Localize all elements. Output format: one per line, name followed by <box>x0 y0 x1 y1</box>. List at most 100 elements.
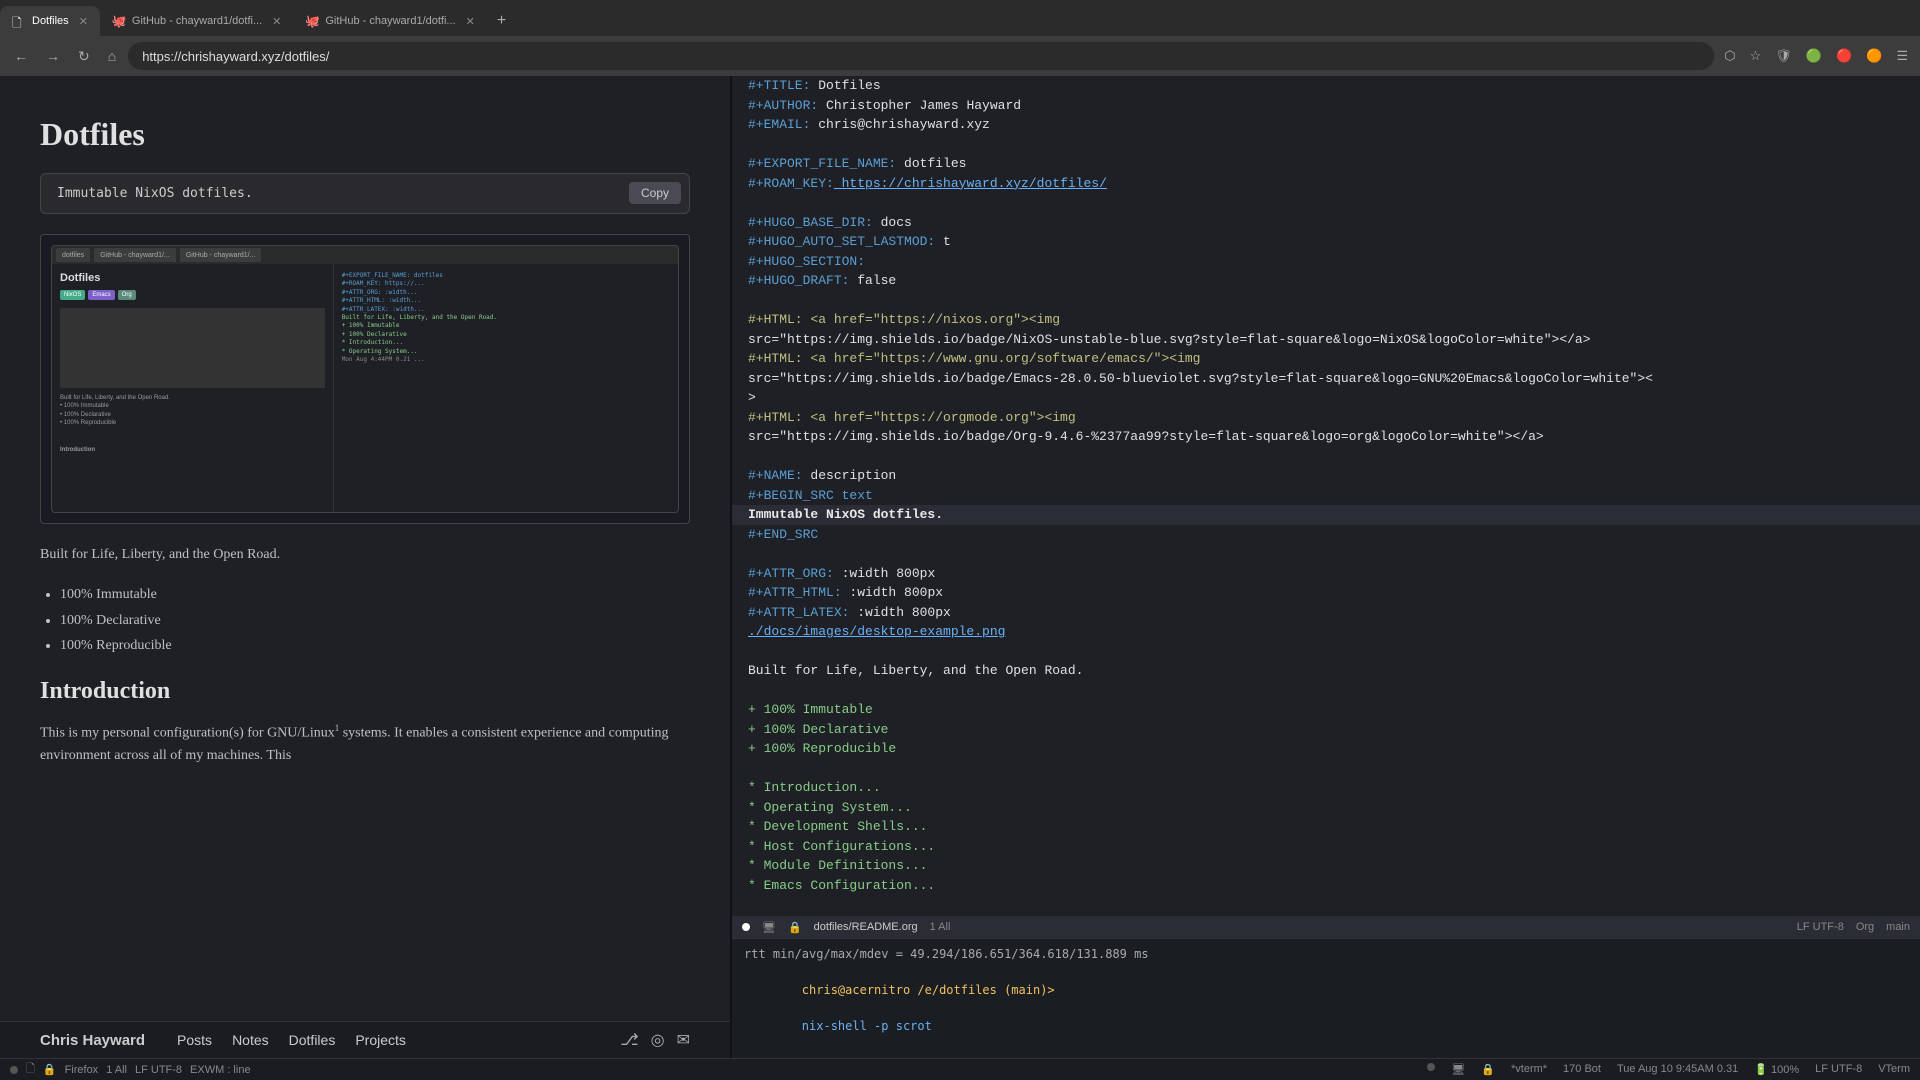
nav-bar: ← → ↻ ⌂ ⬡ ☆ 🛡 🟢 🔴 🟠 ☰ <box>0 36 1920 76</box>
new-tab-button[interactable]: + <box>487 6 516 36</box>
mini-badge-emacs: Emacs <box>88 290 114 300</box>
footer-nav-projects[interactable]: Projects <box>355 1032 406 1048</box>
status-dot-left <box>10 1066 18 1074</box>
editor-line-38: * Development Shells... <box>732 817 1920 837</box>
tab-close-dotfiles[interactable]: ✕ <box>79 15 88 28</box>
list-item-immutable: 100% Immutable <box>60 582 690 607</box>
terminal-path: chris@acernitro /e/dotfiles (main)> <box>802 983 1055 997</box>
editor-line-11 <box>732 291 1920 311</box>
footer-icons: ⎇ ◎ ✉ <box>620 1030 690 1050</box>
back-button[interactable]: ← <box>8 44 34 68</box>
mini-tab-3: GitHub - chayward1/... <box>180 248 262 262</box>
status-datetime: Tue Aug 10 9:45AM 0.31 <box>1617 1063 1738 1076</box>
editor-line-30: Built for Life, Liberty, and the Open Ro… <box>732 661 1920 681</box>
mini-title: Dotfiles <box>60 272 325 284</box>
rss-icon[interactable]: ◎ <box>651 1030 665 1050</box>
status-exwm-mode: EXWM : line <box>190 1064 251 1076</box>
editor-line-7: #+HUGO_BASE_DIR: docs <box>732 213 1920 233</box>
reload-button[interactable]: ↻ <box>72 44 96 69</box>
status-dot-right <box>1427 1063 1435 1071</box>
editor-line-9: #+HUGO_SECTION: <box>732 252 1920 272</box>
list-item-declarative: 100% Declarative <box>60 608 690 633</box>
editor-line-19 <box>732 447 1920 467</box>
mini-badge-org: Org <box>118 290 136 300</box>
web-list: 100% Immutable 100% Declarative 100% Rep… <box>60 582 690 658</box>
status-vterm-label: VTerm <box>1878 1063 1910 1076</box>
editor-line-20: #+NAME: description <box>732 466 1920 486</box>
editor-content: #+TITLE: Dotfiles#+AUTHOR: Christopher J… <box>732 76 1920 916</box>
email-icon[interactable]: ✉ <box>677 1030 690 1050</box>
copy-button[interactable]: Copy <box>629 182 681 204</box>
status-mode: Org <box>1856 921 1874 933</box>
editor-line-18: src="https://img.shields.io/badge/Org-9.… <box>732 427 1920 447</box>
footer-nav: Posts Notes Dotfiles Projects <box>177 1032 406 1048</box>
editor-status-bar: 🖥 🔒 dotfiles/README.org 1 All LF UTF-8 O… <box>732 916 1920 938</box>
status-encoding: LF UTF-8 <box>1797 921 1844 933</box>
extension1-icon[interactable]: 🛡 <box>1771 46 1796 66</box>
tab-bar: 🗋 Dotfiles ✕ 🐙 GitHub - chayward1/dotfi.… <box>0 0 1920 36</box>
editor-line-13: src="https://img.shields.io/badge/NixOS-… <box>732 330 1920 350</box>
mini-badges: NixOS Emacs Org <box>60 290 325 300</box>
mini-tab-1: dotfiles <box>56 248 90 262</box>
editor-line-15: src="https://img.shields.io/badge/Emacs-… <box>732 369 1920 389</box>
terminal-prompt: chris@acernitro /e/dotfiles (main)> nix-… <box>744 963 1908 1053</box>
status-browser-name: Firefox <box>65 1064 99 1076</box>
editor-line-24 <box>732 544 1920 564</box>
browser-content: Dotfiles Immutable NixOS dotfiles. Copy … <box>0 76 730 1058</box>
tab-github2[interactable]: 🐙 GitHub - chayward1/dotfi... ✕ <box>293 6 486 36</box>
footer-nav-dotfiles[interactable]: Dotfiles <box>289 1032 336 1048</box>
status-vterm-count: 170 Bot <box>1563 1063 1601 1076</box>
tab-dotfiles[interactable]: 🗋 Dotfiles ✕ <box>0 6 100 36</box>
editor-line-23: #+END_SRC <box>732 525 1920 545</box>
bookmark-icon[interactable]: ☆ <box>1746 46 1766 66</box>
web-body-text: Built for Life, Liberty, and the Open Ro… <box>40 544 690 566</box>
tab-github1[interactable]: 🐙 GitHub - chayward1/dotfi... ✕ <box>100 6 293 36</box>
status-vterm: *vterm* <box>1511 1063 1547 1076</box>
extension2-icon[interactable]: 🟢 <box>1802 46 1826 66</box>
tab-close-github2[interactable]: ✕ <box>466 15 475 28</box>
tab-label-github1: GitHub - chayward1/dotfi... <box>132 15 262 27</box>
footer-nav-posts[interactable]: Posts <box>177 1032 212 1048</box>
status-filename: dotfiles/README.org <box>814 921 918 933</box>
editor-line-5: #+ROAM_KEY: https://chrishayward.xyz/dot… <box>732 174 1920 194</box>
github-icon[interactable]: ⎇ <box>620 1030 638 1050</box>
tab-label-dotfiles: Dotfiles <box>32 15 69 27</box>
footer-author: Chris Hayward <box>40 1032 145 1049</box>
editor-line-28: ./docs/images/desktop-example.png <box>732 622 1920 642</box>
status-branch: main <box>1886 921 1910 933</box>
editor-line-16: > <box>732 388 1920 408</box>
extension3-icon[interactable]: 🔴 <box>1832 46 1856 66</box>
editor-line-35 <box>732 759 1920 779</box>
editor-line-21: #+BEGIN_SRC text <box>732 486 1920 506</box>
home-button[interactable]: ⌂ <box>102 44 122 68</box>
terminal: rtt min/avg/max/mdev = 49.294/186.651/36… <box>732 938 1920 1058</box>
page-title: Dotfiles <box>40 116 690 153</box>
editor-line-39: * Host Configurations... <box>732 837 1920 857</box>
status-terminal-icon: 🖥 <box>1451 1063 1465 1076</box>
forward-button[interactable]: → <box>40 44 66 68</box>
editor-line-34: + 100% Reproducible <box>732 739 1920 759</box>
editor-line-12: #+HTML: <a href="https://nixos.org"><img <box>732 310 1920 330</box>
code-block: Immutable NixOS dotfiles. Copy <box>40 173 690 214</box>
status-battery: 🔋 100% <box>1754 1063 1799 1076</box>
status-right: 🖥 🔒 *vterm* 170 Bot Tue Aug 10 9:45AM 0.… <box>1427 1063 1910 1076</box>
web-page: Dotfiles Immutable NixOS dotfiles. Copy … <box>0 76 730 1021</box>
editor-line-36: * Introduction... <box>732 778 1920 798</box>
tab-favicon-dotfiles: 🗋 <box>12 14 26 28</box>
extension4-icon[interactable]: 🟠 <box>1862 46 1886 66</box>
editor-line-3 <box>732 135 1920 155</box>
editor-line-40: * Module Definitions... <box>732 856 1920 876</box>
browser-chrome: 🗋 Dotfiles ✕ 🐙 GitHub - chayward1/dotfi.… <box>0 0 1920 76</box>
footer-nav-notes[interactable]: Notes <box>232 1032 269 1048</box>
screenshot-image: dotfiles GitHub - chayward1/... GitHub -… <box>40 234 690 524</box>
browser-footer: Chris Hayward Posts Notes Dotfiles Proje… <box>0 1021 730 1058</box>
editor-line-8: #+HUGO_AUTO_SET_LASTMOD: t <box>732 232 1920 252</box>
status-linecount: 1 All <box>930 921 951 933</box>
menu-icon[interactable]: ☰ <box>1892 46 1912 66</box>
terminal-nix-cmd: nix-shell -p scrot <box>802 1019 932 1033</box>
tab-close-github1[interactable]: ✕ <box>272 15 281 28</box>
share-icon[interactable]: ⬡ <box>1720 46 1739 66</box>
address-bar[interactable] <box>128 42 1714 70</box>
mini-content: Dotfiles NixOS Emacs Org Built for Life,… <box>52 264 678 512</box>
editor-line-33: + 100% Declarative <box>732 720 1920 740</box>
